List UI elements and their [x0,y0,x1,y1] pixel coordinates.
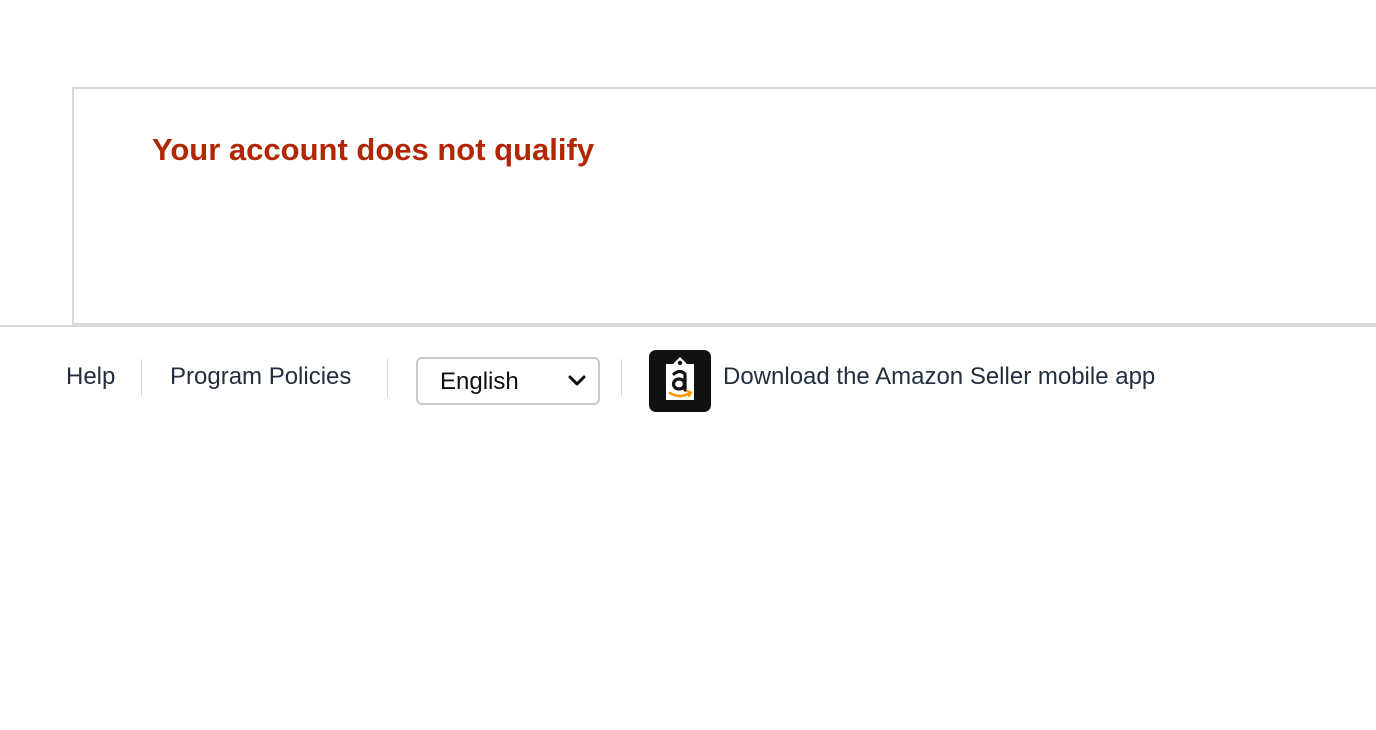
download-seller-app-link[interactable]: Download the Amazon Seller mobile app [723,362,1155,392]
footer-separator [387,359,388,397]
program-policies-link[interactable]: Program Policies [170,362,351,392]
language-select-value: English [440,368,519,395]
message-panel: Your account does not qualify [72,87,1376,325]
help-link[interactable]: Help [66,362,115,392]
amazon-seller-app-icon[interactable] [649,350,711,412]
footer: Help Program Policies English Download t… [0,327,1376,431]
footer-separator [141,359,142,397]
error-message-title: Your account does not qualify [152,132,595,167]
language-select[interactable]: English [416,357,600,405]
footer-separator [621,359,622,397]
chevron-down-icon [568,375,586,386]
